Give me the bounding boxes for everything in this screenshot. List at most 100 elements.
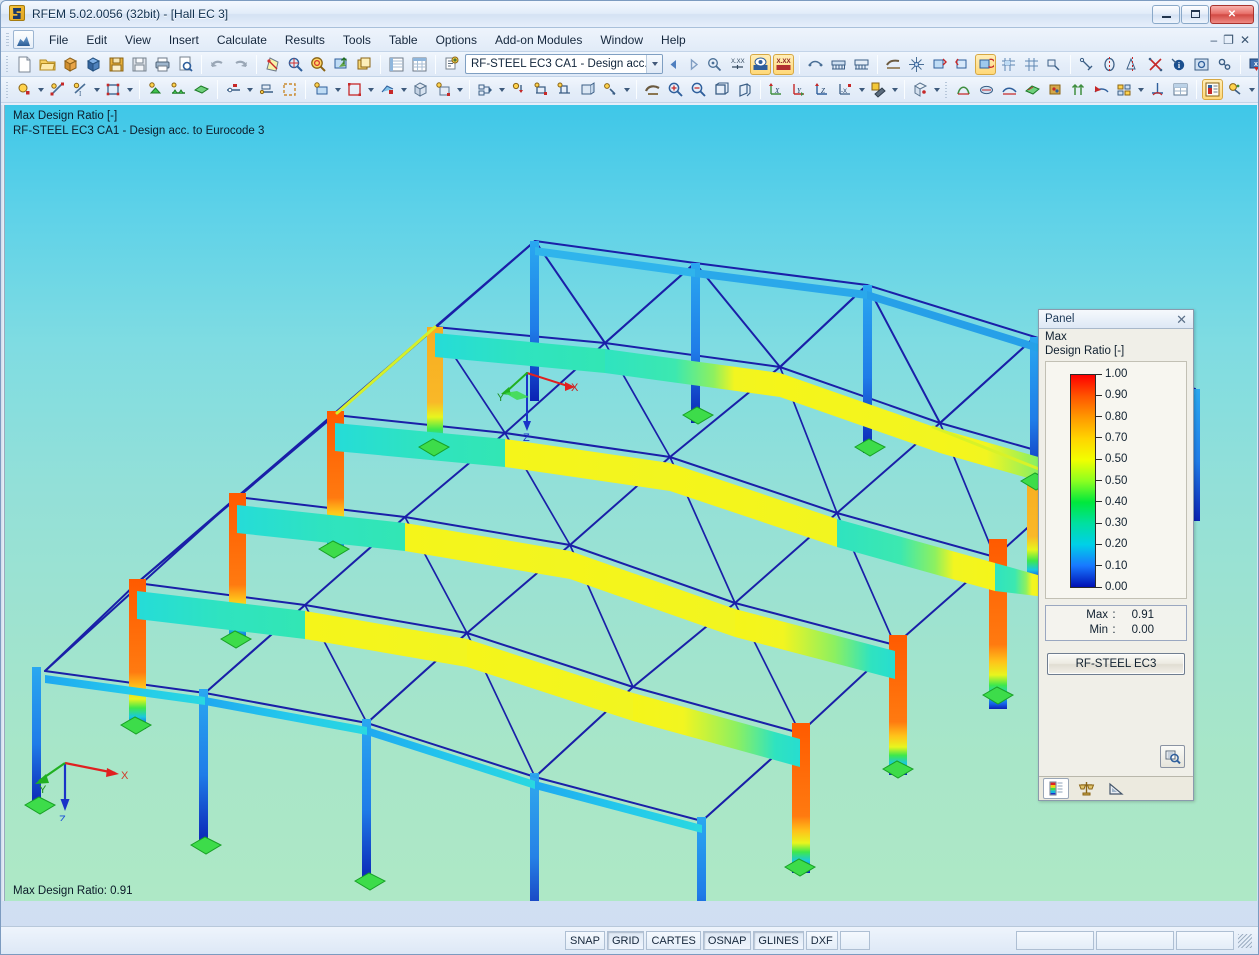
grid-settings-icon[interactable] — [906, 54, 927, 75]
chevron-down-icon[interactable] — [646, 55, 662, 73]
status-toggle-dxf[interactable]: DXF — [805, 931, 838, 950]
status-toggle-osnap[interactable]: OSNAP — [702, 931, 752, 950]
toolbar1-grip[interactable] — [4, 54, 10, 74]
result-curve-icon[interactable] — [953, 79, 974, 100]
show-results-icon[interactable] — [750, 53, 771, 75]
connection-dropdown-caret[interactable] — [497, 79, 507, 100]
delete-intersection-icon[interactable] — [1145, 54, 1166, 75]
photo-render-icon[interactable] — [1191, 54, 1212, 75]
solid-with-node-icon[interactable] — [433, 79, 454, 100]
copy-structure-2-icon[interactable] — [554, 79, 575, 100]
mdi-close-button[interactable]: ✕ — [1240, 33, 1250, 47]
result-deform-icon[interactable] — [999, 79, 1020, 100]
new-file-icon[interactable] — [14, 54, 35, 75]
close-button[interactable]: ✕ — [1210, 4, 1254, 24]
find-value-magnifier-icon[interactable] — [1160, 745, 1185, 768]
menu-item-insert[interactable]: Insert — [160, 30, 208, 50]
panel-tab-strip[interactable] — [1039, 776, 1193, 800]
print-icon[interactable] — [152, 54, 173, 75]
extrude-icon[interactable] — [577, 79, 598, 100]
menu-item-view[interactable]: View — [116, 30, 160, 50]
menu-item-calculate[interactable]: Calculate — [208, 30, 276, 50]
result-arrows-icon[interactable] — [1068, 79, 1089, 100]
view-x-axis-icon[interactable]: X — [766, 79, 787, 100]
export-excel-1-icon[interactable]: x — [1246, 54, 1258, 75]
redo-icon[interactable] — [230, 54, 251, 75]
result-grid-icon[interactable] — [1114, 79, 1135, 100]
new-node-dropdown-caret[interactable] — [36, 79, 46, 100]
settings-gear-icon[interactable] — [1214, 54, 1235, 75]
load-case-icon[interactable] — [344, 79, 365, 100]
view-axis-dropdown-caret[interactable] — [857, 79, 867, 100]
new-member-dropdown-caret[interactable] — [92, 79, 102, 100]
new-member-hinge-icon[interactable] — [223, 79, 244, 100]
surface-results-icon[interactable] — [851, 54, 872, 75]
zoom-in-icon[interactable] — [665, 79, 686, 100]
panel-title-bar[interactable]: Panel ✕ — [1039, 310, 1193, 329]
open-blue-package-icon[interactable] — [83, 54, 104, 75]
new-surface-icon[interactable] — [103, 79, 124, 100]
menu-item-results[interactable]: Results — [276, 30, 334, 50]
menu-item-edit[interactable]: Edit — [77, 30, 116, 50]
new-line-hinge-icon[interactable] — [256, 79, 277, 100]
copy-structure-1-icon[interactable] — [531, 79, 552, 100]
render-solid-icon[interactable] — [642, 79, 663, 100]
module-selector-combo[interactable]: RF-STEEL EC3 CA1 - Design acc. to Eurc — [465, 54, 663, 74]
toolbar2-grip-2[interactable] — [943, 79, 949, 100]
view-grid-plane-icon[interactable] — [998, 54, 1019, 75]
member-load-icon[interactable] — [377, 79, 398, 100]
node-drop-icon[interactable] — [508, 79, 529, 100]
zoom-out-icon[interactable] — [688, 79, 709, 100]
open-file-icon[interactable] — [37, 54, 58, 75]
legend-color-bar[interactable] — [1070, 374, 1096, 588]
view-cube-icon[interactable] — [711, 79, 732, 100]
print-preview-icon[interactable] — [175, 54, 196, 75]
undo-icon[interactable] — [207, 54, 228, 75]
view-perspective-icon[interactable] — [734, 79, 755, 100]
toolbar2-grip[interactable] — [4, 79, 10, 100]
new-load-dropdown-caret[interactable] — [333, 79, 343, 100]
view-negative-x-icon[interactable]: -X — [835, 79, 856, 100]
object-info-icon[interactable] — [910, 79, 931, 100]
new-node-icon[interactable] — [14, 79, 35, 100]
new-rigid-link-icon[interactable] — [279, 79, 300, 100]
tab-filter[interactable] — [1103, 778, 1129, 799]
apply-tool-icon[interactable] — [600, 79, 621, 100]
zoom-all-icon[interactable] — [308, 54, 329, 75]
mirror-icon[interactable] — [1122, 54, 1143, 75]
solid-dropdown-caret[interactable] — [455, 79, 465, 100]
apply-tool-dropdown-caret[interactable] — [622, 79, 632, 100]
status-toggle-grid[interactable]: GRID — [606, 931, 645, 950]
close-icon[interactable]: ✕ — [1174, 313, 1189, 326]
open-package-icon[interactable] — [60, 54, 81, 75]
new-surface-support-icon[interactable] — [191, 79, 212, 100]
result-diagram-section-icon[interactable] — [1147, 79, 1168, 100]
mdi-minimize-button[interactable]: – — [1210, 33, 1217, 47]
next-result-icon[interactable] — [683, 54, 703, 75]
color-settings-dropdown-caret[interactable] — [1247, 79, 1257, 100]
module-results-icon[interactable] — [441, 54, 462, 75]
select-object-icon[interactable] — [262, 54, 283, 75]
show-result-values-icon[interactable]: X.XX — [773, 53, 794, 75]
display-properties-icon[interactable] — [868, 79, 889, 100]
control-panel-icon[interactable] — [1202, 79, 1223, 100]
member-hinge-dropdown-caret[interactable] — [245, 79, 255, 100]
result-table-icon[interactable] — [1170, 79, 1191, 100]
result-bar-icon[interactable] — [976, 79, 997, 100]
result-section-icon[interactable] — [1091, 79, 1112, 100]
menu-item-tools[interactable]: Tools — [334, 30, 380, 50]
view-z-axis-icon[interactable]: Z — [812, 79, 833, 100]
zoom-window-icon[interactable] — [285, 54, 306, 75]
new-load-icon[interactable] — [311, 79, 332, 100]
status-toggle-glines[interactable]: GLINES — [753, 931, 804, 950]
color-settings-icon[interactable] — [1225, 79, 1246, 100]
previous-result-icon[interactable] — [663, 54, 683, 75]
object-info-dropdown-caret[interactable] — [932, 79, 942, 100]
result-grid-dropdown-caret[interactable] — [1136, 79, 1146, 100]
menu-item-help[interactable]: Help — [652, 30, 695, 50]
rf-steel-ec3-button[interactable]: RF-STEEL EC3 — [1047, 653, 1185, 675]
status-toggle-cartes[interactable]: CARTES — [646, 931, 701, 950]
view-y-axis-icon[interactable]: Y — [789, 79, 810, 100]
new-surface-dropdown-caret[interactable] — [125, 79, 135, 100]
maximize-button[interactable] — [1181, 4, 1209, 24]
